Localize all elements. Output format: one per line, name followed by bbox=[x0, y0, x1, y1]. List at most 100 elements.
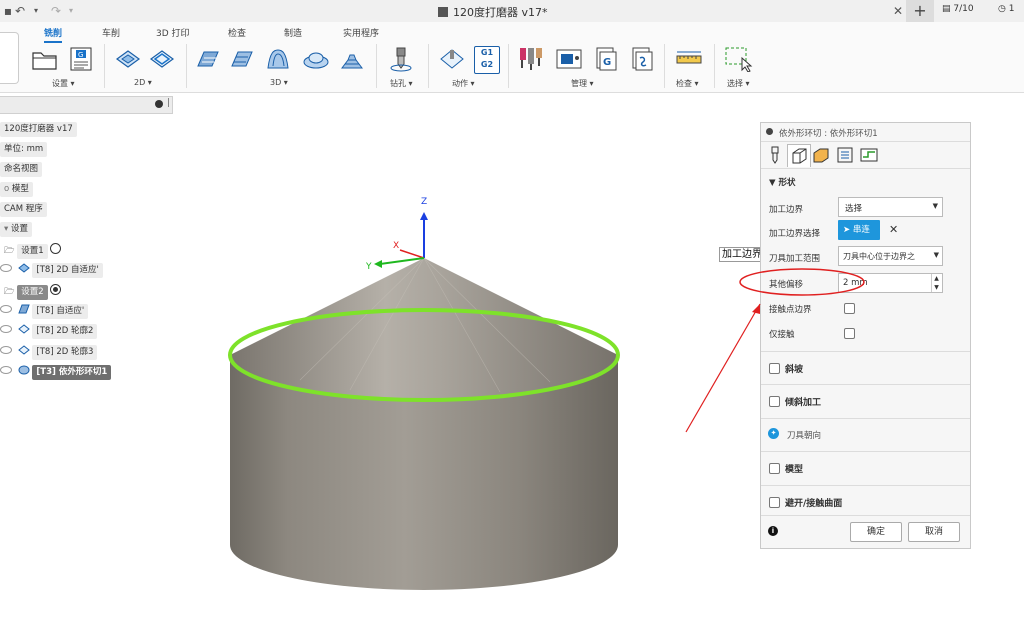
setup-active-radio[interactable] bbox=[50, 243, 62, 254]
clock-badge: 1 bbox=[1008, 4, 1015, 14]
offset-stepper[interactable]: ▲ ▼ bbox=[931, 274, 941, 292]
drill-icon[interactable] bbox=[386, 46, 416, 72]
workspace-switcher[interactable] bbox=[0, 32, 19, 84]
2d-adaptive-op-icon bbox=[17, 263, 30, 273]
browser-item-named-views[interactable]: 命名视图 bbox=[0, 162, 43, 177]
group-2d-label[interactable]: 2D ▾ bbox=[134, 78, 152, 87]
viewport-canvas[interactable]: Z X Y bbox=[200, 180, 660, 600]
browser-item-op4[interactable]: [T8] 2D 轮廓3 bbox=[0, 345, 98, 360]
browser-options-icon[interactable] bbox=[155, 100, 163, 108]
tool-library-icon[interactable] bbox=[516, 46, 546, 72]
3d-spiral-icon[interactable] bbox=[338, 46, 366, 72]
ok-button[interactable]: 确定 bbox=[850, 522, 902, 542]
simulate-icon[interactable] bbox=[438, 46, 466, 72]
group-inspect-label[interactable]: 检查 ▾ bbox=[676, 78, 699, 89]
template-library-icon[interactable] bbox=[628, 46, 654, 72]
browser-item-op2[interactable]: [T8] 自适应' bbox=[0, 304, 89, 319]
tab-turning[interactable]: 车削 bbox=[102, 26, 120, 39]
post-library-icon[interactable]: G bbox=[592, 46, 618, 72]
browser-item-label: [T8] 2D 轮廓2 bbox=[32, 324, 98, 339]
tab-tool[interactable] bbox=[765, 145, 785, 165]
tab-fabricate[interactable]: 制造 bbox=[284, 26, 302, 39]
browser-item-cam-programs[interactable]: CAM 程序 bbox=[0, 202, 47, 217]
section-model[interactable]: 模型 bbox=[761, 451, 970, 484]
open-folder-icon[interactable] bbox=[30, 46, 60, 72]
group-3d-label[interactable]: 3D ▾ bbox=[270, 78, 288, 87]
group-drilling-label[interactable]: 钻孔 ▾ bbox=[390, 78, 413, 89]
separator bbox=[714, 44, 715, 88]
dialog-collapse-icon[interactable] bbox=[766, 128, 773, 135]
group-select-text: 选择 bbox=[727, 79, 743, 88]
separator bbox=[186, 44, 187, 88]
machine-library-icon[interactable] bbox=[554, 46, 584, 72]
setup-active-radio[interactable] bbox=[50, 284, 62, 295]
cone-top[interactable] bbox=[230, 257, 618, 400]
group-setup-label[interactable]: 设置 ▾ bbox=[52, 78, 75, 89]
browser-item-setup2[interactable]: 🗁 设置2 bbox=[4, 284, 62, 300]
tab-inspect[interactable]: 检查 bbox=[228, 26, 246, 39]
setup-sheet-icon[interactable]: G bbox=[68, 46, 94, 72]
group-select-label[interactable]: 选择 ▾ bbox=[727, 78, 750, 89]
undo-icon[interactable]: ↶ bbox=[12, 3, 28, 19]
browser-pin-icon[interactable]: | bbox=[167, 98, 170, 108]
browser-item-op5[interactable]: [T3] 依外形环切1 bbox=[0, 365, 112, 380]
ribbon-toolbar: 铣削 车削 3D 打印 检查 制造 实用程序 G 设置 ▾ 2D ▾ 3D ▾ … bbox=[0, 22, 1024, 93]
tab-geometry[interactable] bbox=[787, 144, 811, 167]
select-icon[interactable] bbox=[724, 46, 754, 72]
eye-icon[interactable] bbox=[0, 346, 12, 354]
browser-item-op3[interactable]: [T8] 2D 轮廓2 bbox=[0, 324, 98, 339]
group-actions-label[interactable]: 动作 ▾ bbox=[452, 78, 475, 89]
tab-heights[interactable] bbox=[811, 145, 831, 165]
group-manage-label[interactable]: 管理 ▾ bbox=[571, 78, 594, 89]
tab-utilities[interactable]: 实用程序 bbox=[343, 26, 379, 39]
chain-select-button[interactable]: ➤ 串连 bbox=[838, 220, 880, 240]
3d-pocket-icon[interactable] bbox=[228, 46, 256, 72]
undo-dropdown-icon[interactable]: ▾ bbox=[28, 3, 44, 19]
separator bbox=[376, 44, 377, 88]
tab-milling[interactable]: 铣削 bbox=[44, 26, 63, 43]
cancel-button[interactable]: 取消 bbox=[908, 522, 960, 542]
section-model-checkbox[interactable] bbox=[769, 463, 780, 474]
browser-item-op1[interactable]: [T8] 2D 自适应' bbox=[0, 263, 103, 278]
measure-icon[interactable] bbox=[674, 46, 704, 72]
tab-linking[interactable] bbox=[859, 145, 879, 165]
post-process-icon[interactable]: G1 G2 bbox=[474, 46, 500, 74]
info-icon[interactable]: i bbox=[768, 526, 778, 536]
section-avoid-surfaces[interactable]: 避开/接触曲面 bbox=[761, 485, 970, 514]
tab-passes[interactable] bbox=[835, 145, 855, 165]
new-tab-button[interactable]: + bbox=[906, 0, 934, 22]
eye-icon[interactable] bbox=[0, 366, 12, 374]
2d-pocket-icon[interactable] bbox=[114, 46, 142, 72]
geometry-tab-icon bbox=[792, 148, 807, 164]
machining-boundary-select[interactable]: 选择 ▼ bbox=[838, 197, 943, 217]
collapse-icon[interactable]: ▾ bbox=[4, 224, 11, 234]
browser-item-document[interactable]: 120度打磨器 v17 bbox=[0, 122, 77, 137]
eye-icon[interactable]: o bbox=[4, 184, 12, 194]
eye-icon[interactable] bbox=[0, 264, 12, 272]
3d-steep-shallow-icon[interactable] bbox=[264, 46, 292, 72]
browser-item-models[interactable]: o 模型 bbox=[0, 182, 33, 197]
machining-boundary-value: 选择 bbox=[845, 204, 863, 214]
browser-item-setup1[interactable]: 🗁 设置1 bbox=[4, 243, 62, 259]
2d-contour-icon[interactable] bbox=[148, 46, 176, 72]
3d-scallop-icon[interactable] bbox=[302, 46, 330, 72]
3d-adaptive-icon[interactable] bbox=[194, 46, 222, 72]
section-shape-header[interactable]: ▼ 形状 bbox=[769, 176, 796, 188]
redo-dropdown-icon[interactable]: ▾ bbox=[63, 3, 79, 19]
eye-icon[interactable] bbox=[0, 325, 12, 333]
eye-icon[interactable] bbox=[0, 305, 12, 313]
browser-item-label: 设置2 bbox=[17, 285, 48, 300]
annotation-overlay bbox=[685, 268, 865, 433]
section-avoid-checkbox[interactable] bbox=[769, 497, 780, 508]
separator bbox=[104, 44, 105, 88]
tab-3d-print[interactable]: 3D 打印 bbox=[156, 26, 190, 39]
close-tab-icon[interactable]: ✕ bbox=[890, 3, 906, 19]
browser-item-setups[interactable]: ▾ 设置 bbox=[0, 222, 32, 237]
clock-status[interactable]: ◷ 1 bbox=[998, 4, 1014, 14]
axis-x-label: X bbox=[393, 241, 399, 251]
clear-selection-icon[interactable]: ✕ bbox=[889, 223, 898, 236]
redo-icon[interactable]: ↷ bbox=[48, 3, 64, 19]
browser-item-units[interactable]: 单位: mm bbox=[0, 142, 48, 157]
job-status[interactable]: ▤ 7/10 bbox=[942, 4, 974, 14]
group-3d-text: 3D bbox=[270, 78, 282, 87]
